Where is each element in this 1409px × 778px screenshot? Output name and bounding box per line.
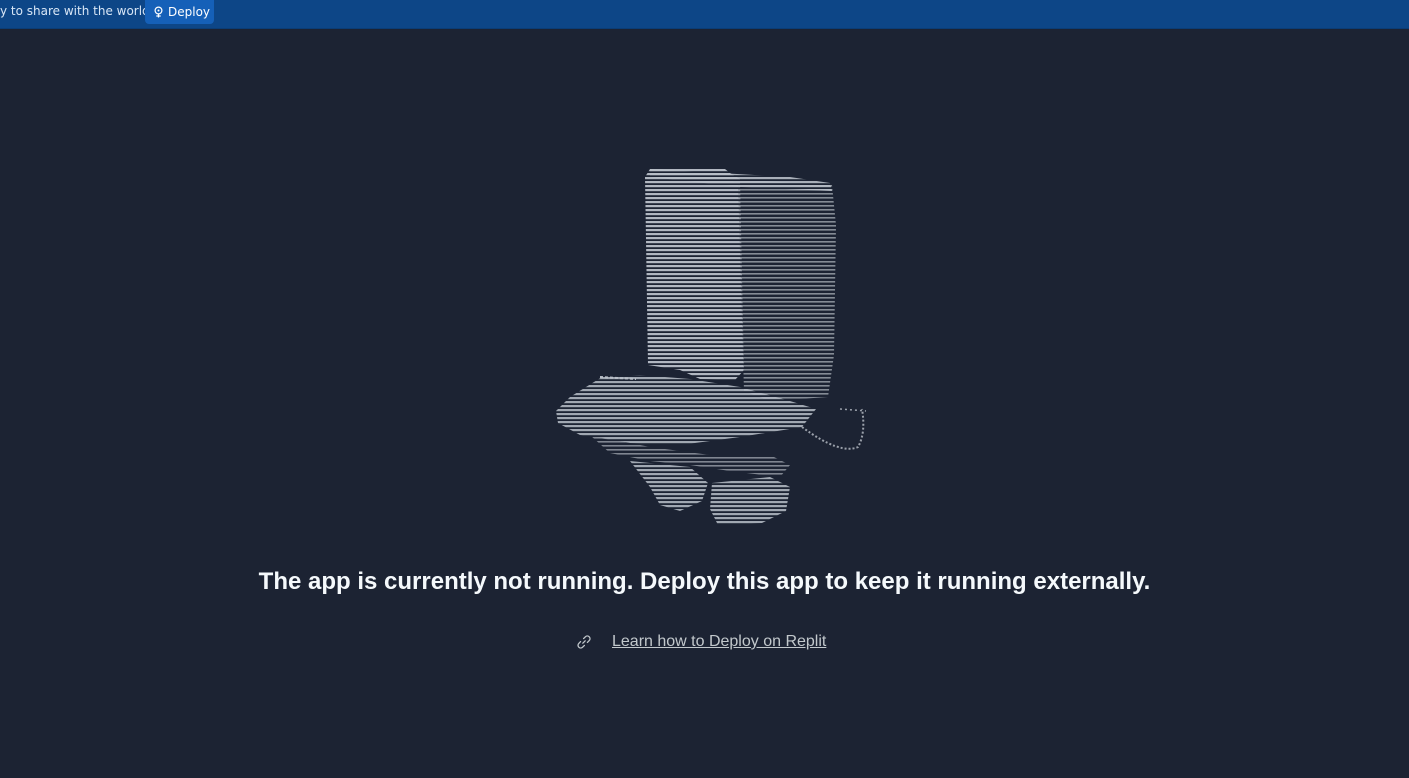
link-icon xyxy=(576,634,592,650)
deploy-button-label: Deploy xyxy=(168,5,211,19)
deploy-icon xyxy=(153,6,164,18)
deploy-button[interactable]: Deploy xyxy=(145,0,214,24)
ascii-art-illustration xyxy=(540,165,880,530)
learn-deploy-link[interactable]: Learn how to Deploy on Replit xyxy=(612,633,826,651)
learn-row: Learn how to Deploy on Replit xyxy=(576,631,826,653)
banner-prompt-text: y to share with the world? xyxy=(0,4,157,18)
page-title: The app is currently not running. Deploy… xyxy=(258,568,1151,595)
top-banner: y to share with the world? Deploy xyxy=(0,0,1409,29)
